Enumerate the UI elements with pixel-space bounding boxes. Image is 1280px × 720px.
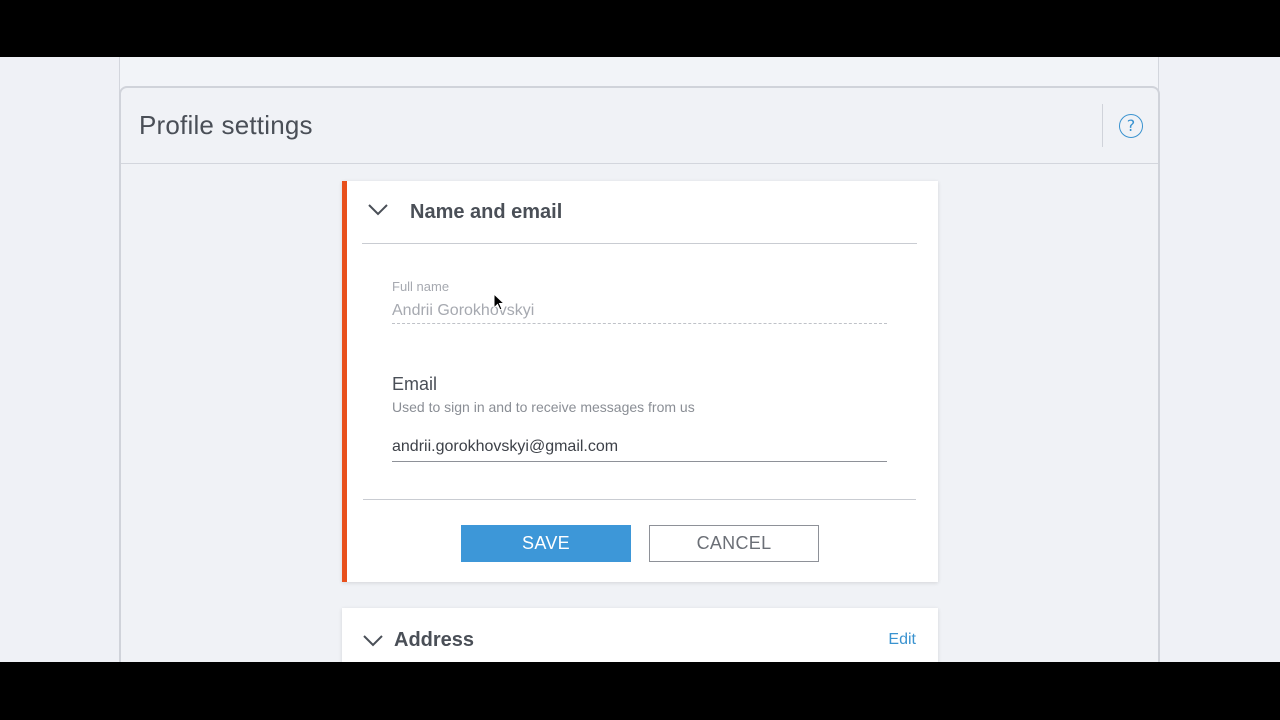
cancel-button[interactable]: CANCEL xyxy=(649,525,819,562)
section-title: Name and email xyxy=(410,201,563,223)
email-help-text: Used to sign in and to receive messages … xyxy=(392,399,695,415)
header-divider xyxy=(1102,104,1103,147)
name-and-email-card: Name and email Full name Email Used to s… xyxy=(342,181,938,582)
form-footer-divider xyxy=(363,499,916,500)
section-title: Address xyxy=(394,629,475,651)
full-name-field xyxy=(392,299,887,324)
chevron-down-icon[interactable] xyxy=(367,200,389,218)
page-viewport: Profile settings ? Name and email Full n… xyxy=(0,57,1280,662)
panel-header: Profile settings ? xyxy=(121,88,1158,164)
address-card: Address Edit xyxy=(342,608,938,662)
name-and-email-header[interactable]: Name and email xyxy=(362,181,917,244)
save-button[interactable]: SAVE xyxy=(461,525,631,562)
page-title: Profile settings xyxy=(139,110,313,140)
edit-address-link[interactable]: Edit xyxy=(888,631,916,649)
email-field[interactable] xyxy=(392,433,887,462)
email-label: Email xyxy=(392,374,438,394)
chevron-down-icon[interactable] xyxy=(362,631,384,649)
full-name-label: Full name xyxy=(392,279,450,294)
help-icon[interactable]: ? xyxy=(1119,114,1143,138)
